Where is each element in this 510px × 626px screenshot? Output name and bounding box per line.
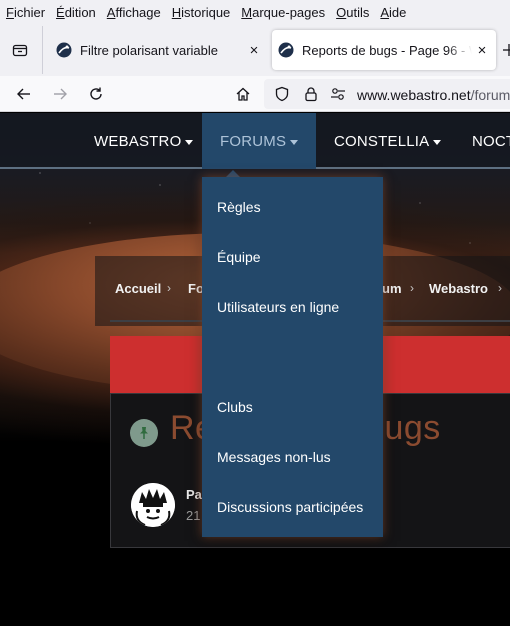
back-arrow-icon — [17, 88, 30, 100]
tab-list-button[interactable] — [8, 38, 32, 62]
menu-edition[interactable]: Édition — [56, 5, 96, 20]
breadcrumb-webastro[interactable]: Webastro — [429, 281, 488, 296]
menu-item-utilisateurs-en-ligne[interactable]: Utilisateurs en ligne — [217, 299, 339, 315]
tab-filtre-polarisant[interactable]: Filtre polarisant variable × — [50, 30, 268, 70]
menu-bar: Fichier Édition Affichage Historique Mar… — [0, 0, 510, 24]
back-button[interactable] — [12, 82, 36, 106]
nav-nocturne[interactable]: NOCTURNE — [472, 113, 510, 169]
webastro-favicon-icon — [56, 42, 72, 58]
tab-bar: Filtre polarisant variable × Reports de … — [0, 24, 510, 76]
permissions-icon[interactable] — [330, 86, 346, 102]
menu-item-discussions-participees[interactable]: Discussions participées — [217, 499, 363, 515]
url-text: www.webastro.net/forums/ — [357, 87, 510, 103]
navigation-toolbar: www.webastro.net/forums/ — [0, 76, 510, 112]
tab-list-icon — [12, 44, 28, 57]
breadcrumb-separator: › — [167, 281, 171, 295]
breadcrumb-forum[interactable]: um — [382, 281, 402, 296]
tab-close-icon[interactable]: × — [244, 40, 264, 60]
breadcrumb-accueil[interactable]: Accueil — [115, 281, 161, 296]
thread-date: 21 — [186, 508, 201, 523]
dropdown-pointer — [226, 170, 240, 177]
tracking-protection-icon[interactable] — [274, 86, 290, 102]
tab-reports-de-bugs[interactable]: Reports de bugs - Page 96 - Webastro × — [272, 30, 496, 70]
webastro-favicon-icon — [278, 42, 294, 58]
author-avatar[interactable] — [131, 483, 175, 527]
menu-outils[interactable]: Outils — [336, 5, 369, 20]
nav-webastro[interactable]: WEBASTRO — [94, 113, 194, 169]
forward-arrow-icon — [54, 88, 67, 100]
breadcrumb-separator: › — [498, 281, 502, 295]
tab-separator — [42, 26, 43, 74]
new-tab-icon[interactable] — [503, 42, 510, 58]
webpage: WEBASTRO FORUMS CONSTELLIA NOCTURNE Accu… — [0, 113, 510, 626]
pushpin-icon — [140, 427, 148, 439]
menu-item-equipe[interactable]: Équipe — [217, 249, 261, 265]
menu-item-messages-non-lus[interactable]: Messages non-lus — [217, 449, 331, 465]
menu-aide[interactable]: Aide — [380, 5, 406, 20]
home-button[interactable] — [231, 82, 255, 106]
menu-affichage[interactable]: Affichage — [107, 5, 161, 20]
caret-down-icon — [185, 139, 194, 145]
reload-icon — [90, 87, 102, 100]
forums-dropdown-menu: Règles Équipe Utilisateurs en ligne Club… — [202, 177, 383, 537]
thread-author[interactable]: Pa — [186, 487, 202, 502]
caret-down-icon — [290, 139, 299, 145]
breadcrumb-separator: › — [410, 281, 414, 295]
home-icon — [236, 87, 250, 101]
nav-forums[interactable]: FORUMS — [202, 113, 317, 169]
cartoon-face-avatar-icon — [131, 483, 175, 527]
tab-close-icon[interactable]: × — [472, 40, 492, 60]
forward-button[interactable] — [48, 82, 72, 106]
menu-item-regles[interactable]: Règles — [217, 199, 261, 215]
menu-item-clubs[interactable]: Clubs — [217, 399, 253, 415]
lock-icon[interactable] — [303, 86, 319, 102]
tab-title: Reports de bugs - Page 96 - Webastro — [302, 42, 472, 58]
url-bar[interactable]: www.webastro.net/forums/ — [264, 79, 510, 109]
site-navigation: WEBASTRO FORUMS CONSTELLIA NOCTURNE — [0, 113, 510, 169]
menu-historique[interactable]: Historique — [172, 5, 231, 20]
nav-constellia[interactable]: CONSTELLIA — [334, 113, 442, 169]
pin-icon — [130, 419, 158, 447]
menu-marque-pages[interactable]: Marque-pages — [241, 5, 325, 20]
menu-fichier[interactable]: Fichier — [6, 5, 45, 20]
reload-button[interactable] — [84, 82, 108, 106]
tab-title: Filtre polarisant variable — [80, 42, 219, 58]
caret-down-icon — [433, 139, 442, 145]
